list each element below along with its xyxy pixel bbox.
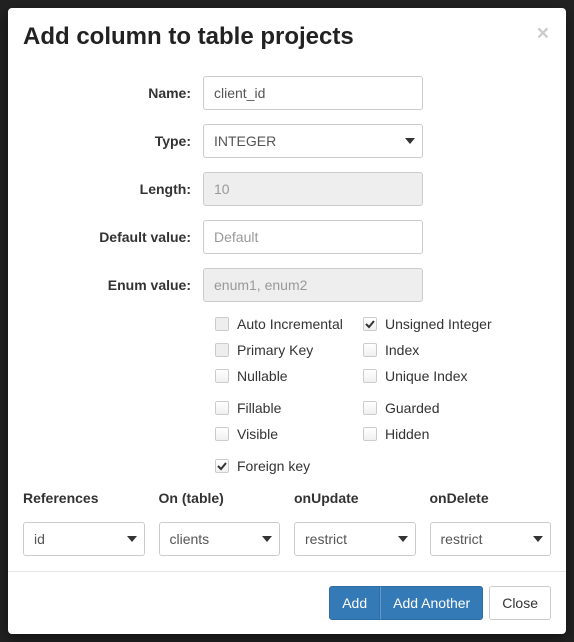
check-label: Fillable: [237, 400, 281, 416]
check-guarded[interactable]: Guarded: [363, 400, 523, 416]
modal-footer: Add Add Another Close: [8, 571, 566, 634]
modal-header: Add column to table projects ×: [8, 8, 566, 66]
add-button[interactable]: Add: [329, 586, 380, 620]
fk-references-select[interactable]: id: [23, 522, 145, 556]
fk-on-table-select[interactable]: clients: [159, 522, 281, 556]
check-visible[interactable]: Visible: [215, 426, 355, 442]
foreign-key-section: References On (table) onUpdate onDelete …: [23, 490, 551, 556]
check-label: Guarded: [385, 400, 439, 416]
row-name: Name:: [23, 76, 551, 110]
check-hidden[interactable]: Hidden: [363, 426, 523, 442]
check-fillable[interactable]: Fillable: [215, 400, 355, 416]
row-default: Default value:: [23, 220, 551, 254]
check-unique-index[interactable]: Unique Index: [363, 368, 523, 384]
modal-title: Add column to table projects: [23, 23, 354, 51]
type-select[interactable]: INTEGER: [203, 124, 423, 158]
row-type: Type: INTEGER: [23, 124, 551, 158]
fk-on-update-select[interactable]: restrict: [294, 522, 416, 556]
row-enum: Enum value:: [23, 268, 551, 302]
fk-header-on-delete: onDelete: [430, 490, 552, 506]
check-primary-key: Primary Key: [215, 342, 355, 358]
fk-header-on-update: onUpdate: [294, 490, 416, 506]
check-label: Auto Incremental: [237, 316, 343, 332]
name-input[interactable]: [203, 76, 423, 110]
fk-on-delete-select[interactable]: restrict: [430, 522, 552, 556]
check-unsigned-integer[interactable]: Unsigned Integer: [363, 316, 523, 332]
row-length: Length:: [23, 172, 551, 206]
check-label: Nullable: [237, 368, 288, 384]
check-foreign-key[interactable]: Foreign key: [215, 458, 415, 474]
check-label: Foreign key: [237, 458, 310, 474]
label-length: Length:: [23, 181, 203, 197]
label-enum-value: Enum value:: [23, 277, 203, 293]
label-default-value: Default value:: [23, 229, 203, 245]
close-icon[interactable]: ×: [535, 23, 551, 44]
check-label: Unique Index: [385, 368, 468, 384]
enum-value-input: [203, 268, 423, 302]
check-label: Index: [385, 342, 419, 358]
fk-header-on-table: On (table): [159, 490, 281, 506]
checks-area: Auto Incremental Unsigned Integer Primar…: [23, 316, 551, 474]
fk-header-references: References: [23, 490, 145, 506]
length-input: [203, 172, 423, 206]
check-auto-incremental: Auto Incremental: [215, 316, 355, 332]
modal-body: Name: Type: INTEGER Length: Default valu…: [8, 66, 566, 571]
add-another-button[interactable]: Add Another: [380, 586, 483, 620]
check-label: Visible: [237, 426, 278, 442]
label-type: Type:: [23, 133, 203, 149]
label-name: Name:: [23, 85, 203, 101]
default-value-input[interactable]: [203, 220, 423, 254]
check-label: Hidden: [385, 426, 429, 442]
check-label: Unsigned Integer: [385, 316, 492, 332]
check-index[interactable]: Index: [363, 342, 523, 358]
close-button[interactable]: Close: [489, 586, 551, 620]
check-label: Primary Key: [237, 342, 313, 358]
check-nullable[interactable]: Nullable: [215, 368, 355, 384]
modal-add-column: Add column to table projects × Name: Typ…: [8, 8, 566, 634]
